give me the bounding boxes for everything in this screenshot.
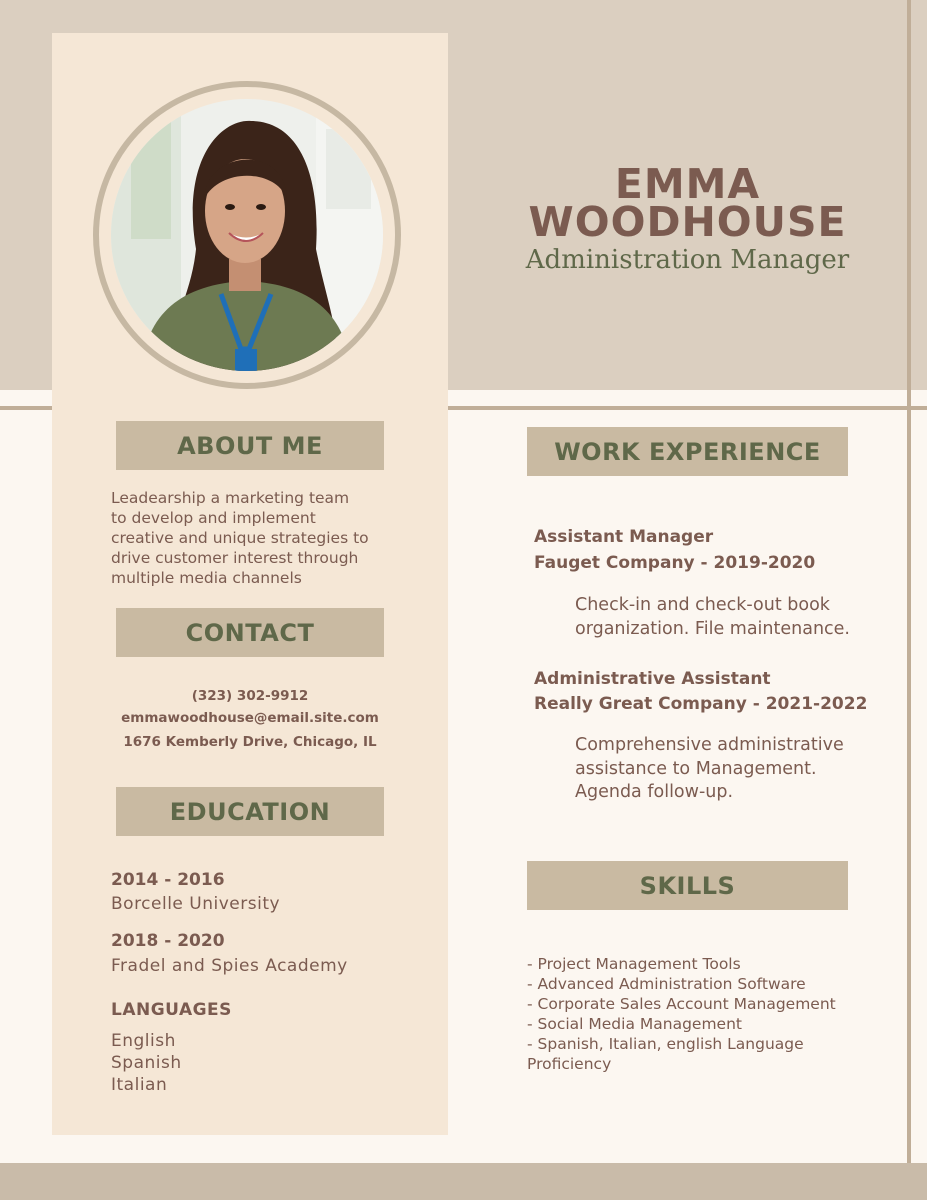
skill-item: Proficiency	[527, 1055, 612, 1073]
education-heading: EDUCATION	[169, 797, 331, 826]
job-description: Check-in and check-out book organization…	[575, 594, 895, 641]
about-line: Leadearship a marketing team	[111, 489, 350, 507]
skill-item: - Project Management Tools	[527, 955, 741, 973]
person-portrait-icon	[111, 99, 383, 371]
contact-heading-box: CONTACT	[116, 608, 384, 657]
footer-band	[0, 1163, 927, 1200]
job-description-line: Agenda follow-up.	[575, 782, 734, 802]
profile-photo	[111, 99, 383, 371]
about-line: to develop and implement	[111, 509, 316, 527]
about-heading: ABOUT ME	[177, 431, 323, 460]
work-heading: WORK EXPERIENCE	[554, 437, 821, 466]
job-description-line: Comprehensive administrative	[575, 735, 844, 755]
about-line: creative and unique strategies to	[111, 529, 369, 547]
last-name: WOODHOUSE	[528, 198, 847, 246]
education-school: Fradel and Spies Academy	[111, 956, 348, 976]
job-description-line: assistance to Management.	[575, 758, 817, 779]
vertical-divider	[907, 0, 911, 1163]
job-description-line: organization. File maintenance.	[575, 618, 850, 639]
skill-item: - Spanish, Italian, english Language	[527, 1035, 804, 1053]
contact-heading: CONTACT	[185, 618, 315, 647]
education-heading-box: EDUCATION	[116, 787, 384, 836]
skill-item: - Corporate Sales Account Management	[527, 995, 836, 1013]
education-years: 2018 - 2020	[111, 931, 225, 951]
about-heading-box: ABOUT ME	[116, 421, 384, 470]
job-role: Assistant Manager	[534, 527, 714, 547]
about-text: Leadearship a marketing team to develop …	[111, 488, 411, 588]
job-title: Administration Manager	[525, 245, 850, 275]
job-company: Really Great Company - 2021-2022	[534, 694, 868, 714]
about-line: multiple media channels	[111, 569, 302, 587]
job-description: Comprehensive administrative assistance …	[575, 734, 895, 805]
languages-heading: LANGUAGES	[111, 1000, 232, 1020]
phone-number: (323) 302-9912	[191, 688, 309, 704]
skills-heading: SKILLS	[639, 871, 736, 900]
education-years: 2014 - 2016	[111, 870, 225, 890]
skill-item: - Social Media Management	[527, 1015, 742, 1033]
education-school: Borcelle University	[111, 894, 281, 914]
skill-item: - Advanced Administration Software	[527, 975, 806, 993]
language-item: Italian	[111, 1075, 168, 1095]
skills-list: - Project Management Tools - Advanced Ad…	[527, 954, 897, 1074]
language-item: English	[111, 1031, 176, 1051]
about-line: drive customer interest through	[111, 549, 359, 567]
skills-heading-box: SKILLS	[527, 861, 848, 910]
language-item: Spanish	[111, 1053, 182, 1073]
job-role: Administrative Assistant	[534, 669, 771, 689]
email-address: emmawoodhouse@email.site.com	[121, 710, 379, 726]
job-description-line: Check-in and check-out book	[575, 595, 830, 615]
postal-address: 1676 Kemberly Drive, Chicago, IL	[123, 734, 377, 750]
job-company: Fauget Company - 2019-2020	[534, 553, 816, 573]
work-heading-box: WORK EXPERIENCE	[527, 427, 848, 476]
